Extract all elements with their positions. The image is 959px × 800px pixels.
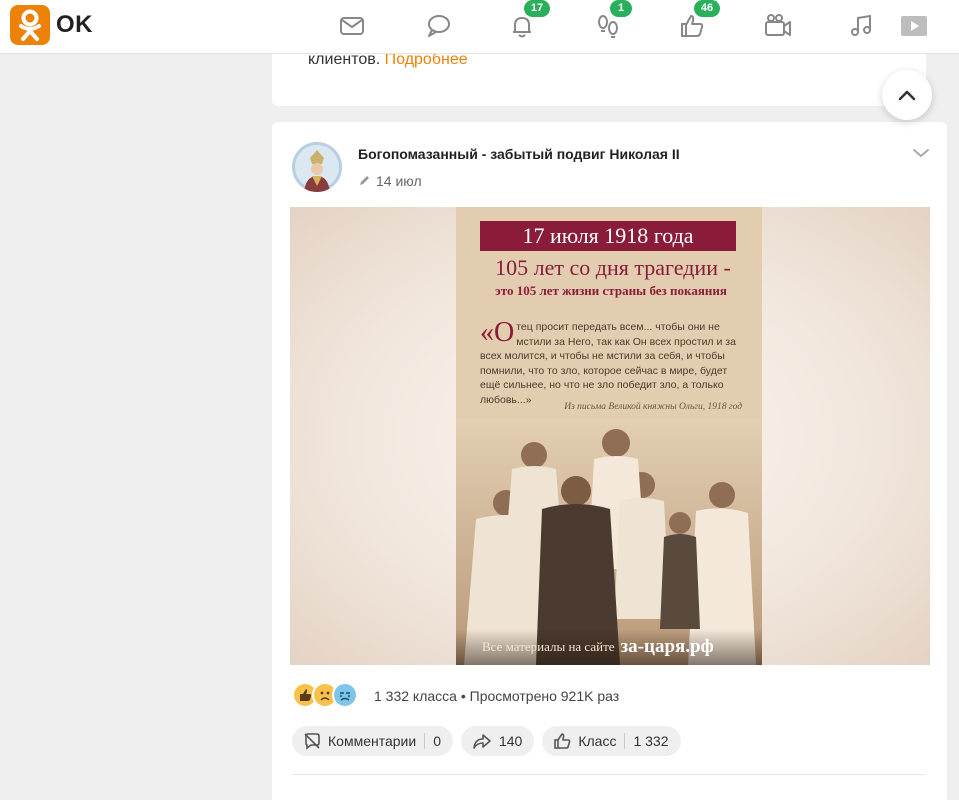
logo-text: OK [56, 11, 93, 38]
messages-icon[interactable] [332, 6, 372, 46]
share-count: 140 [498, 733, 523, 749]
comments-disabled-icon [302, 731, 322, 751]
comments-button[interactable]: Комментарии 0 [292, 726, 453, 756]
post-image-area[interactable]: 17 июля 1918 года 105 лет со дня трагеди… [290, 207, 930, 665]
post-meta: 14 июл [358, 173, 422, 189]
ok-logo[interactable]: OK [10, 5, 93, 45]
comments-label: Комментарии [328, 733, 417, 749]
poster-quote-text: тец просит передать всем... чтобы они не… [480, 321, 736, 406]
notifications-icon[interactable]: 17 [502, 0, 550, 46]
video-play-icon[interactable] [894, 6, 934, 46]
poster-subheadline: это 105 лет жизни страны без покаяния [495, 283, 727, 298]
likes-badge: 46 [694, 0, 720, 17]
post-actions: Комментарии 0 140 Класс 1 332 [292, 726, 681, 756]
poster-headline: 105 лет со дня трагедии - [495, 255, 731, 280]
share-button[interactable]: 140 [460, 726, 535, 756]
pill-divider [624, 733, 626, 749]
class-count: 1 332 [633, 733, 669, 749]
poster-footer: Все материалы на сайте за-царя.рф [456, 629, 762, 665]
chevron-down-icon [913, 149, 929, 158]
music-icon[interactable] [842, 6, 882, 46]
post-title[interactable]: Богопомазанный - забытый подвиг Николая … [358, 146, 680, 162]
ok-logo-icon [10, 5, 50, 45]
guests-icon[interactable]: 1 [588, 0, 632, 46]
post-card: Богопомазанный - забытый подвиг Николая … [272, 122, 947, 800]
poster-date-banner: 17 июля 1918 года [480, 221, 736, 251]
guests-badge: 1 [610, 0, 632, 17]
comments-count: 0 [433, 733, 441, 749]
poster-quote: «О тец просит передать всем... чтобы они … [480, 317, 740, 407]
post-options-chevron[interactable] [911, 146, 931, 164]
class-like-button[interactable]: Класс 1 332 [542, 726, 681, 756]
reactions-summary[interactable] [292, 682, 358, 708]
group-avatar[interactable] [292, 142, 342, 192]
share-arrow-icon [471, 731, 493, 751]
post-divider [292, 774, 926, 775]
top-navigation-bar: OK 17 1 46 [0, 0, 959, 54]
likes-icon[interactable]: 46 [672, 0, 720, 46]
chevron-up-icon [898, 90, 916, 101]
video-icon[interactable] [758, 6, 798, 46]
poster-footer-text: Все материалы на сайте [482, 639, 615, 654]
post-date: 14 июл [376, 173, 422, 189]
poster-quote-initial: «О [480, 317, 515, 348]
post-image[interactable]: 17 июля 1918 года 105 лет со дня трагеди… [456, 207, 762, 665]
crying-reaction-icon [332, 682, 358, 708]
scroll-to-top-button[interactable] [882, 70, 932, 120]
post-stats: 1 332 класса • Просмотрено 921K раз [374, 688, 620, 704]
poster-footer-site: за-царя.рф [620, 636, 714, 657]
discussions-icon[interactable] [418, 6, 458, 46]
pencil-icon [360, 176, 369, 185]
notifications-badge: 17 [524, 0, 550, 17]
class-label: Класс [578, 733, 617, 749]
thumbs-up-icon [552, 731, 572, 751]
pill-divider [424, 733, 426, 749]
poster-quote-source: Из письма Великой княжны Ольги, 1918 год [564, 402, 742, 412]
